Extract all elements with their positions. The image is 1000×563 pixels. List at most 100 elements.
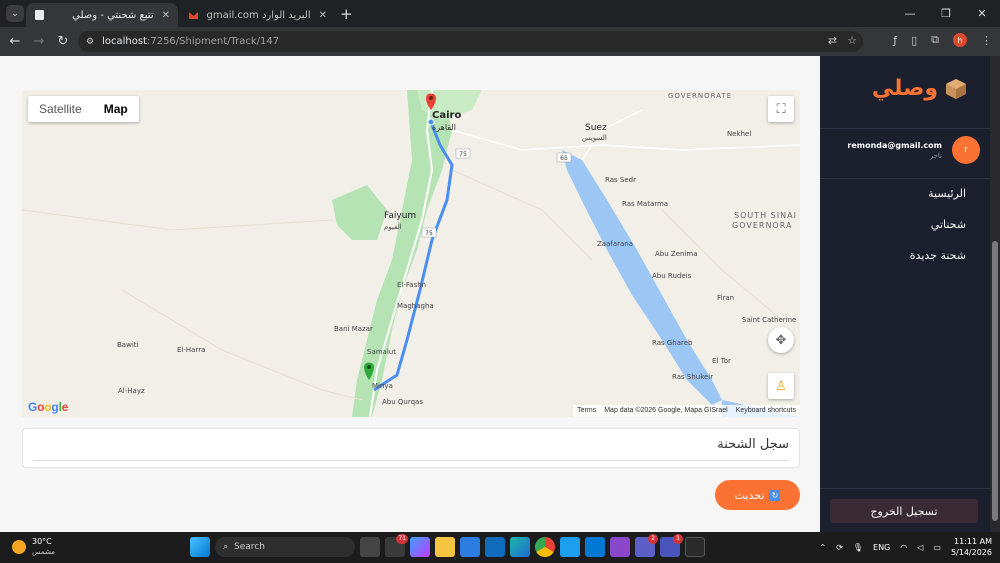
svg-text:GOVERNORATE: GOVERNORATE <box>668 92 732 100</box>
wifi-icon[interactable]: ◠ <box>900 543 907 552</box>
user-role: تاجر <box>929 151 942 160</box>
close-icon[interactable]: ✕ <box>162 10 170 21</box>
map-footer: Terms Map data ©2026 Google, Mapa GISrae… <box>573 405 800 417</box>
microsoft-store-icon[interactable] <box>460 537 480 557</box>
svg-text:Zaafarana: Zaafarana <box>597 240 633 248</box>
site-info-icon[interactable]: ⚙ <box>86 37 94 47</box>
pan-control-icon[interactable]: ✥ <box>768 327 794 353</box>
svg-text:Abu Zenima: Abu Zenima <box>655 250 698 258</box>
function-icon[interactable]: ƒ <box>893 34 897 47</box>
browser-toolbar: ← → ↻ ⚙ localhost:7256/Shipment/Track/14… <box>0 27 1000 56</box>
search-icon: ⌕ <box>223 542 229 552</box>
terms-link[interactable]: Terms <box>577 405 596 417</box>
keyboard-shortcuts-link[interactable]: Keyboard shortcuts <box>736 405 796 417</box>
clock[interactable]: 11:11 AM 5/14/2026 <box>951 536 992 558</box>
main-content: 75 65 75 Cairo القاهرة Suez السويس Faiyu… <box>0 56 820 532</box>
page-scrollbar[interactable] <box>990 56 1000 532</box>
fullscreen-icon[interactable]: ⛶ <box>768 96 794 122</box>
terminal-icon[interactable] <box>685 537 705 557</box>
app-icon-store[interactable]: 71 <box>385 534 408 557</box>
svg-text:Ras Sedr: Ras Sedr <box>605 176 636 184</box>
map-option[interactable]: Map <box>93 96 139 122</box>
svg-text:El-Fashn: El-Fashn <box>397 281 426 289</box>
teams-icon[interactable]: 2 <box>635 534 658 557</box>
svg-text:Abu Rudeis: Abu Rudeis <box>652 272 692 280</box>
edge-icon[interactable] <box>510 537 530 557</box>
satellite-option[interactable]: Satellite <box>28 96 93 122</box>
extensions-icon[interactable]: ⧉ <box>931 33 939 47</box>
taskbar-apps: ⌕ Search 71 2 1 <box>190 534 705 557</box>
azure-icon[interactable] <box>560 537 580 557</box>
divider <box>820 128 990 129</box>
new-tab-button[interactable]: + <box>340 5 353 23</box>
package-box-icon <box>946 78 966 99</box>
svg-text:Abu Qurqas: Abu Qurqas <box>382 398 423 406</box>
window-controls: — ❐ ✕ <box>892 0 1000 27</box>
restore-icon[interactable]: ❐ <box>928 0 964 27</box>
sidebar-item-my-shipments[interactable]: شحناتي <box>931 218 966 231</box>
scrollbar-thumb[interactable] <box>992 241 998 521</box>
user-email: remonda@gmail.com <box>847 140 942 150</box>
translate-icon[interactable]: ⇄ <box>828 34 837 47</box>
battery-icon[interactable]: ▭ <box>933 543 941 552</box>
teams-work-icon[interactable]: 1 <box>660 534 683 557</box>
toolbar-actions: ƒ ▯ ⧉ h ⋮ <box>893 33 992 47</box>
divider <box>820 178 990 179</box>
outlook-icon[interactable] <box>485 537 505 557</box>
svg-text:Suez: Suez <box>585 123 607 133</box>
svg-text:Cairo: Cairo <box>432 110 461 121</box>
address-bar[interactable]: ⚙ localhost:7256/Shipment/Track/147 ⇄ ☆ <box>78 31 863 52</box>
tab-active[interactable]: تتبع شحنتي - وصلي ✕ <box>26 3 178 27</box>
task-view-icon[interactable] <box>360 537 380 557</box>
divider <box>33 460 789 461</box>
volume-icon[interactable]: ◁ <box>917 543 923 552</box>
refresh-icon: ↻ <box>769 489 781 501</box>
chrome-icon[interactable] <box>535 537 555 557</box>
svg-text:El-Harra: El-Harra <box>177 346 205 354</box>
svg-text:Ras Shukeir: Ras Shukeir <box>672 373 713 381</box>
file-explorer-icon[interactable] <box>435 537 455 557</box>
close-window-icon[interactable]: ✕ <box>964 0 1000 27</box>
forward-icon[interactable]: → <box>27 34 51 49</box>
svg-text:Samalut: Samalut <box>367 348 396 356</box>
minimize-icon[interactable]: — <box>892 0 928 27</box>
history-title: سجل الشحنة <box>717 437 789 452</box>
windows-start-icon[interactable] <box>190 537 210 557</box>
svg-text:Bawiti: Bawiti <box>117 341 139 349</box>
refresh-button[interactable]: ↻ تحديث <box>715 480 800 510</box>
brand-name: وصلي <box>871 76 938 101</box>
google-logo: Google <box>28 400 69 414</box>
sidebar-item-new-shipment[interactable]: شحنة جديدة <box>910 249 966 262</box>
profile-avatar[interactable]: h <box>953 33 967 47</box>
sidebar-item-home[interactable]: الرئيسية <box>928 187 966 200</box>
menu-dots-icon[interactable]: ⋮ <box>981 34 992 47</box>
tab-search-button[interactable]: ⌄ <box>6 5 24 22</box>
close-icon[interactable]: ✕ <box>319 10 327 21</box>
map-attribution: Map data ©2026 Google, Mapa GISrael <box>604 407 728 414</box>
copilot-icon[interactable] <box>410 537 430 557</box>
svg-text:SOUTH SINAI: SOUTH SINAI <box>734 211 797 220</box>
reload-icon[interactable]: ↻ <box>51 34 75 49</box>
visual-studio-icon[interactable] <box>610 537 630 557</box>
system-tray: ⌃ ⟳ 🎙 ENG ◠ ◁ ▭ 11:11 AM 5/14/2026 <box>819 536 992 558</box>
tracking-map[interactable]: 75 65 75 Cairo القاهرة Suez السويس Faiyu… <box>22 90 800 417</box>
tab-title: البريد الوارد Gmail - gmail.com@ <box>207 9 311 21</box>
language-indicator[interactable]: ENG <box>873 543 890 552</box>
brand[interactable]: وصلي <box>872 76 968 101</box>
document-icon[interactable]: ▯ <box>911 34 917 47</box>
bookmark-star-icon[interactable]: ☆ <box>847 34 857 47</box>
shipment-history-card: سجل الشحنة <box>22 428 800 468</box>
logout-button[interactable]: تسجيل الخروج <box>830 499 978 523</box>
weather-widget[interactable]: 30°C مشمس <box>12 537 55 557</box>
taskbar-search[interactable]: ⌕ Search <box>215 537 355 557</box>
svg-text:65: 65 <box>560 155 568 162</box>
mic-muted-icon[interactable]: 🎙 <box>853 543 863 552</box>
sync-icon[interactable]: ⟳ <box>836 543 843 552</box>
vscode-icon[interactable] <box>585 537 605 557</box>
street-view-pegman-icon[interactable]: ♙ <box>768 373 794 399</box>
svg-text:القاهرة: القاهرة <box>432 123 456 132</box>
chevron-up-icon[interactable]: ⌃ <box>819 543 826 552</box>
back-icon[interactable]: ← <box>3 34 27 49</box>
avatar: r <box>952 136 980 164</box>
tab-gmail[interactable]: البريد الوارد Gmail - gmail.com@ ✕ <box>180 3 335 27</box>
